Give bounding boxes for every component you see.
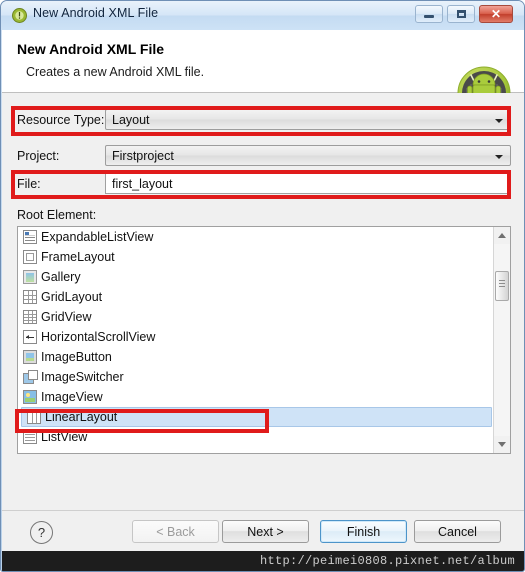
list-item[interactable]: FrameLayout [18, 247, 494, 267]
list-item-label: ListView [41, 430, 88, 444]
file-label: File: [17, 177, 41, 191]
expandable-list-view-icon [23, 230, 37, 244]
page-subtitle: Creates a new Android XML file. [26, 65, 205, 79]
dialog-body: Resource Type: Layout Project: Firstproj… [2, 93, 524, 510]
list-item-label: GridLayout [41, 290, 103, 304]
linear-layout-icon [27, 410, 41, 424]
list-item-label: HorizontalScrollView [41, 330, 156, 344]
resource-type-label: Resource Type: [17, 113, 105, 127]
dialog-footer: ? < Back Next > Finish Cancel [2, 510, 524, 551]
project-combobox[interactable]: Firstproject [105, 145, 511, 166]
resource-type-combobox[interactable]: Layout [105, 109, 511, 130]
list-item-label: LinearLayout [45, 410, 118, 424]
grid-view-icon [23, 310, 37, 324]
list-item-label: Gallery [41, 270, 81, 284]
scroll-up-icon[interactable] [494, 227, 510, 244]
horizontal-scroll-view-icon [23, 330, 37, 344]
list-item-label: ExpandableListView [41, 230, 154, 244]
cancel-button[interactable]: Cancel [414, 520, 501, 543]
root-element-label: Root Element: [17, 208, 97, 222]
root-element-list-items: ExpandableListView FrameLayout Gallery Grid… [18, 227, 494, 453]
list-item-label: ImageButton [41, 350, 112, 364]
list-item-label: GridView [41, 310, 92, 324]
file-input[interactable]: first_layout [105, 173, 511, 194]
project-value: Firstproject [112, 149, 174, 163]
minimize-button[interactable] [415, 5, 443, 23]
maximize-icon [448, 6, 474, 22]
maximize-button[interactable] [447, 5, 475, 23]
list-item[interactable]: LinearLayout [21, 407, 492, 427]
file-value: first_layout [112, 177, 173, 191]
chevron-down-icon [495, 119, 503, 123]
dialog-header: New Android XML File Creates a new Andro… [2, 30, 524, 120]
question-mark-icon: ? [37, 525, 46, 540]
list-item-label: ImageSwitcher [41, 370, 124, 384]
help-button[interactable]: ? [30, 521, 53, 544]
list-item-label: ImageView [41, 390, 103, 404]
scrollbar-thumb[interactable] [495, 271, 509, 301]
list-item[interactable]: HorizontalScrollView [18, 327, 494, 347]
grid-layout-icon [23, 290, 37, 304]
list-view-icon [23, 430, 37, 444]
root-element-list[interactable]: ExpandableListView FrameLayout Gallery Grid… [17, 226, 511, 454]
project-label: Project: [17, 149, 60, 163]
list-item[interactable]: ListView [18, 427, 494, 447]
list-scrollbar[interactable] [493, 227, 510, 453]
close-button[interactable]: ✕ [479, 5, 513, 23]
finish-button[interactable]: Finish [320, 520, 407, 543]
page-title: New Android XML File [17, 41, 165, 57]
list-item[interactable]: ExpandableListView [18, 227, 494, 247]
scroll-down-icon[interactable] [494, 436, 510, 453]
list-item[interactable]: ImageSwitcher [18, 367, 494, 387]
back-button[interactable]: < Back [132, 520, 219, 543]
image-button-icon [23, 350, 37, 364]
android-file-icon [12, 8, 27, 23]
resource-type-value: Layout [112, 113, 150, 127]
list-item[interactable]: ImageButton [18, 347, 494, 367]
close-icon: ✕ [490, 7, 502, 21]
dialog-window: New Android XML File ✕ New Android XML F… [0, 0, 525, 572]
list-item[interactable]: Gallery [18, 267, 494, 287]
list-item[interactable]: GridView [18, 307, 494, 327]
image-switcher-icon [23, 370, 38, 384]
minimize-icon [416, 6, 442, 22]
title-bar[interactable]: New Android XML File ✕ [1, 1, 524, 30]
watermark-text: http://peimei0808.pixnet.net/album [259, 554, 515, 568]
list-item-label: FrameLayout [41, 250, 115, 264]
frame-layout-icon [23, 250, 37, 264]
watermark-bar: http://peimei0808.pixnet.net/album [2, 551, 524, 571]
image-view-icon [23, 390, 37, 404]
list-item[interactable]: ImageView [18, 387, 494, 407]
list-item[interactable]: GridLayout [18, 287, 494, 307]
gallery-icon [23, 270, 37, 284]
window-title: New Android XML File [33, 6, 159, 20]
next-button[interactable]: Next > [222, 520, 309, 543]
chevron-down-icon [495, 155, 503, 159]
